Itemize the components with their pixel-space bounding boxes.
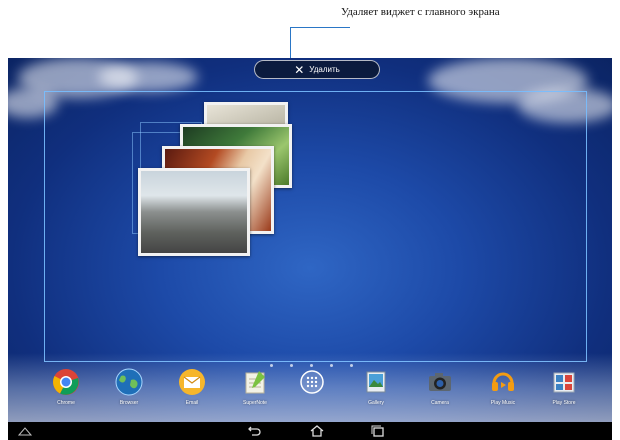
gallery-icon — [362, 368, 390, 396]
callout-line — [290, 27, 350, 28]
app-dock: Chrome Browser Email SuperNote Gallery C… — [8, 368, 612, 428]
supernote-icon — [241, 368, 269, 396]
recent-apps-icon[interactable] — [367, 423, 389, 439]
dock-label: Play Store — [552, 400, 576, 406]
back-icon[interactable] — [243, 423, 265, 439]
dock-item-app-drawer[interactable] — [284, 368, 340, 400]
photo-card — [138, 168, 250, 256]
camera-icon — [426, 368, 454, 396]
app-drawer-icon — [298, 368, 326, 396]
system-nav-bar — [8, 422, 612, 440]
cloud — [98, 62, 198, 92]
dock-label: Chrome — [57, 400, 75, 406]
close-icon: ✕ — [294, 62, 305, 77]
remove-label: Удалить — [309, 65, 340, 74]
play-music-icon — [489, 368, 517, 396]
dock-item-supernote[interactable]: SuperNote — [227, 368, 283, 406]
dock-item-gallery[interactable]: Gallery — [348, 368, 404, 406]
home-icon[interactable] — [306, 423, 328, 439]
play-store-icon — [550, 368, 578, 396]
dock-item-play-store[interactable]: Play Store — [536, 368, 592, 406]
dock-label: Browser — [119, 400, 139, 406]
dock-item-email[interactable]: Email — [164, 368, 220, 406]
dock-item-play-music[interactable]: Play Music — [475, 368, 531, 406]
dock-item-camera[interactable]: Camera — [412, 368, 468, 406]
dock-item-browser[interactable]: Browser — [101, 368, 157, 406]
email-icon — [178, 368, 206, 396]
dock-label: Camera — [431, 400, 449, 406]
remove-widget-bar[interactable]: ✕ Удалить — [254, 60, 380, 79]
tablet-home-screen: ✕ Удалить Chrome Browser Email SuperNote… — [8, 58, 612, 440]
menu-icon[interactable] — [14, 423, 36, 439]
annotation-text: Удаляет виджет с главного экрана — [341, 6, 500, 18]
photo-widget[interactable] — [120, 102, 310, 257]
dock-item-chrome[interactable]: Chrome — [38, 368, 94, 406]
dock-label: Gallery — [368, 400, 384, 406]
dock-label: SuperNote — [243, 400, 267, 406]
dock-label: Play Music — [490, 400, 516, 406]
dock-label: Email — [185, 400, 199, 406]
browser-globe-icon — [115, 368, 143, 396]
chrome-icon — [52, 368, 80, 396]
